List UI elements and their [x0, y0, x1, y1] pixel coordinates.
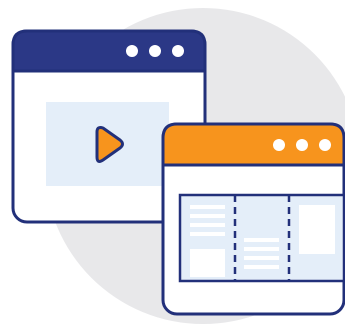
- column-line: [190, 232, 225, 236]
- header-dot: [126, 45, 138, 57]
- column-line: [190, 214, 225, 218]
- column-card: [299, 205, 335, 254]
- header-dot: [172, 45, 184, 57]
- header-dot: [273, 139, 285, 151]
- column-line: [190, 223, 225, 227]
- board-column: [299, 205, 335, 254]
- column-line: [244, 265, 279, 269]
- kanban-board-window-icon: [161, 122, 345, 316]
- illustration-canvas: [0, 0, 345, 333]
- header-dot: [319, 139, 331, 151]
- illustration: [11, 8, 345, 324]
- header-dot: [296, 139, 308, 151]
- column-card: [190, 249, 225, 277]
- back-window-dots: [126, 45, 184, 57]
- front-window-dots: [273, 139, 331, 151]
- column-line: [190, 205, 225, 209]
- column-line: [244, 238, 279, 242]
- column-line: [244, 256, 279, 260]
- front-window-header: [161, 122, 345, 167]
- column-line: [244, 247, 279, 251]
- header-dot: [149, 45, 161, 57]
